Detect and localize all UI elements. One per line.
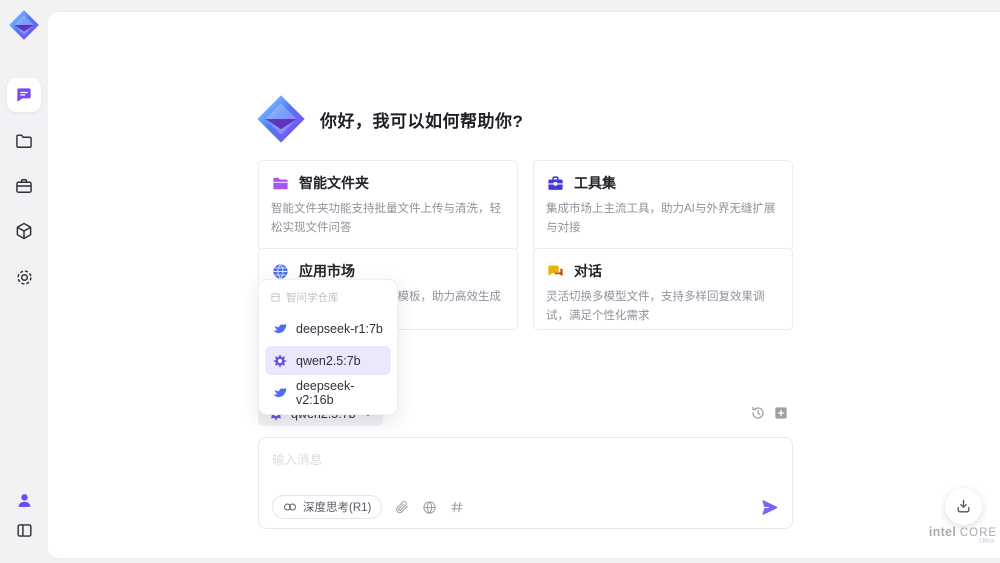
card-description: 灵活切换多模型文件，支持多样回复效果调试，满足个性化需求 [546, 291, 765, 322]
deep-think-icon [284, 503, 296, 511]
intel-core-badge: intel core Ultra [922, 525, 1000, 545]
send-button[interactable] [760, 498, 779, 517]
sidebar-item-folders[interactable] [7, 124, 41, 158]
model-option-label: deepseek-v2:16b [296, 378, 355, 407]
globe-icon [423, 500, 437, 514]
sidebar-item-toolbox[interactable] [7, 169, 41, 203]
panel-layout-icon [16, 523, 32, 537]
intel-tier: Ultra [979, 538, 994, 545]
hash-icon [451, 501, 464, 513]
paperclip-icon [396, 500, 409, 514]
model-option-label: qwen2.5:7b [296, 353, 361, 368]
toolset-icon [548, 175, 563, 190]
card-dialogue[interactable]: 对话 灵活切换多模型文件，支持多样回复效果调试，满足个性化需求 [533, 248, 793, 330]
send-icon [762, 499, 778, 515]
deep-think-label: 深度思考(R1) [303, 502, 372, 514]
attach-button[interactable] [395, 500, 409, 514]
dialogue-icon [548, 265, 563, 276]
sidebar-item-chat[interactable] [7, 78, 41, 112]
model-option-deepseek-v2-16b[interactable]: deepseek-v2:16b [265, 378, 391, 407]
card-toolset[interactable]: 工具集 集成市场上主流工具，助力AI与外界无缝扩展与对接 [533, 160, 793, 251]
model-option-deepseek-r1-7b[interactable]: deepseek-r1:7b [265, 314, 391, 343]
history-button[interactable] [750, 405, 766, 426]
card-title: 工具集 [574, 175, 616, 191]
sidebar-item-collapse-panel[interactable] [7, 513, 41, 547]
history-icon [752, 406, 764, 419]
card-description: 集成市场上主流工具，助力AI与外界无缝扩展与对接 [546, 203, 776, 234]
sidebar-item-models[interactable] [7, 214, 41, 248]
message-composer[interactable]: 输入消息 深度思考(R1) [258, 437, 793, 529]
app-logo [7, 8, 41, 42]
deepseek-icon [273, 323, 287, 333]
download-icon [957, 499, 970, 513]
download-model-button[interactable] [945, 488, 982, 525]
card-smart-folder[interactable]: 智能文件夹 智能文件夹功能支持批量文件上传与清洗，轻松实现文件问答 [258, 160, 518, 251]
model-dropdown-header: 智问学仓库 [265, 287, 391, 311]
card-title: 应用市场 [299, 263, 355, 279]
deepseek-icon [273, 387, 287, 397]
sidebar-item-account[interactable] [7, 483, 41, 517]
greeting-title: 你好，我可以如何帮助你? [320, 111, 524, 131]
card-title: 对话 [574, 263, 602, 279]
app-market-icon [273, 263, 288, 279]
cube-icon [16, 222, 32, 240]
model-option-qwen2-5-7b[interactable]: qwen2.5:7b [265, 346, 391, 375]
card-title: 智能文件夹 [299, 175, 369, 191]
plus-square-icon [775, 407, 787, 419]
greeting: 你好，我可以如何帮助你? [254, 92, 523, 146]
card-description: 智能文件夹功能支持批量文件上传与清洗，轻松实现文件问答 [271, 203, 501, 234]
qwen-icon [273, 353, 287, 368]
new-chat-button[interactable] [773, 405, 789, 426]
sidebar-item-settings[interactable] [7, 260, 41, 294]
intel-brand: intel [928, 525, 957, 539]
gem-logo-icon [257, 95, 305, 143]
composer-placeholder: 输入消息 [272, 453, 323, 467]
sidebar [0, 0, 48, 563]
briefcase-icon [16, 179, 32, 193]
model-option-label: deepseek-r1:7b [296, 321, 383, 336]
user-icon [18, 493, 30, 507]
model-dropdown: 智问学仓库 deepseek-r1:7b qwen2.5:7b deepseek… [258, 279, 398, 415]
web-search-button[interactable] [422, 500, 437, 515]
gem-logo-icon [9, 10, 39, 40]
gear-icon [16, 269, 32, 285]
smart-folder-icon [273, 177, 288, 189]
folder-icon [16, 134, 32, 148]
prompt-library-button[interactable] [450, 500, 464, 514]
deep-think-toggle[interactable]: 深度思考(R1) [272, 495, 383, 519]
chat-bubble-icon [17, 88, 31, 102]
repository-icon [271, 293, 280, 302]
